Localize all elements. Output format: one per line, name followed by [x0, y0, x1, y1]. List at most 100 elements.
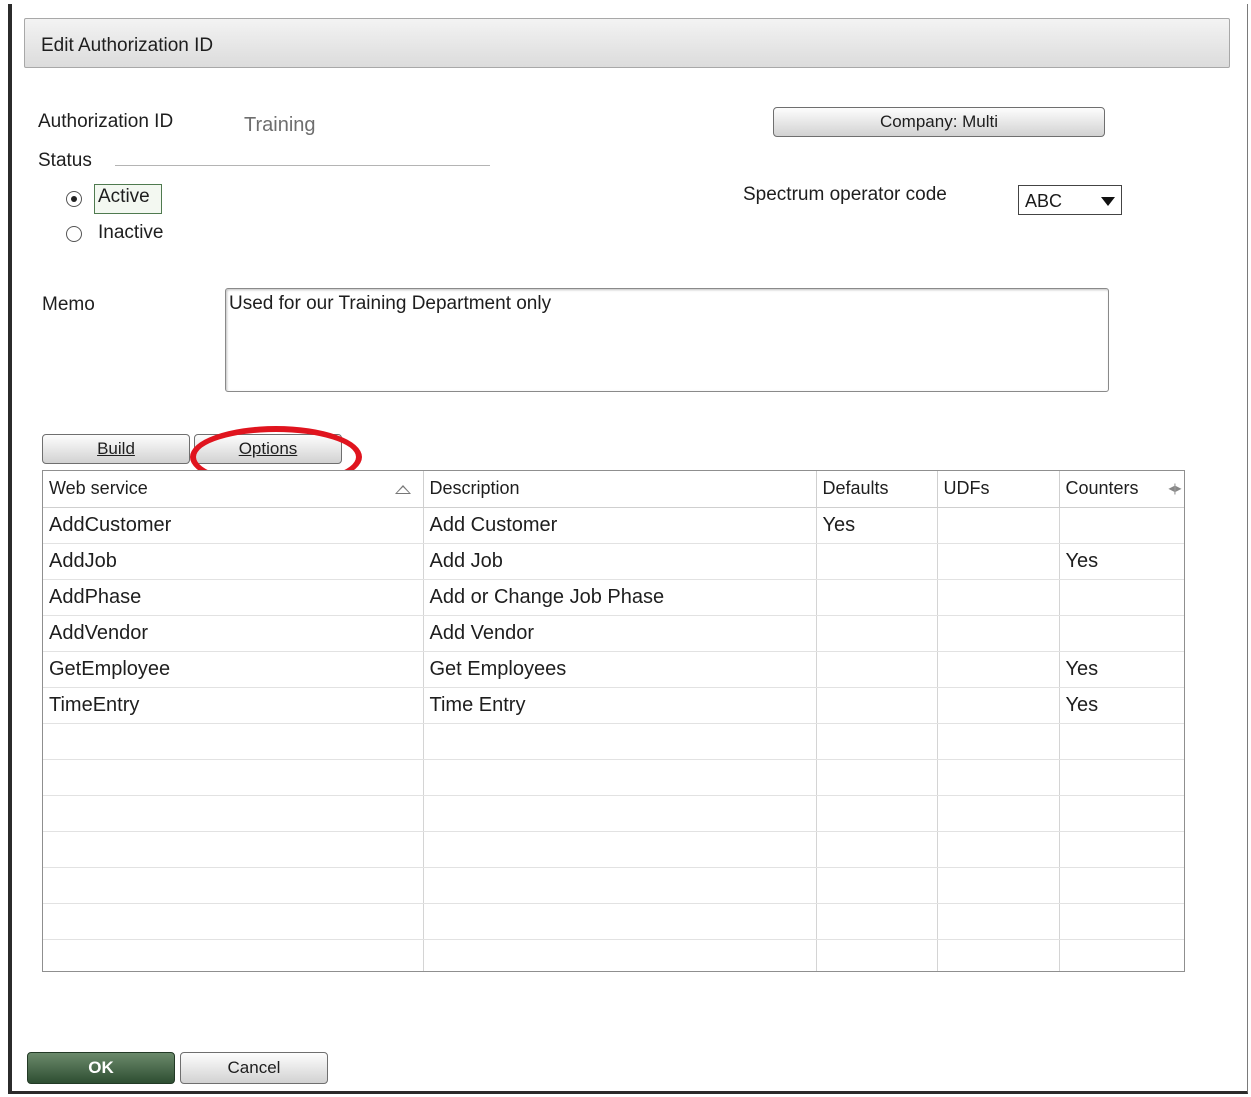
empty-table-row[interactable] — [43, 939, 1184, 971]
table-cell — [816, 759, 938, 796]
chevron-down-icon — [1101, 197, 1115, 206]
ok-button-label: OK — [88, 1058, 114, 1077]
dialog-header: Edit Authorization ID — [24, 18, 1230, 68]
table-cell — [816, 867, 938, 904]
table-row[interactable]: AddJob Add Job Yes — [43, 543, 1184, 580]
table-cell: AddVendor — [43, 615, 424, 652]
column-header-description[interactable]: Description — [423, 471, 817, 508]
table-cell — [43, 867, 424, 904]
radio-selected-dot — [71, 196, 77, 202]
edit-authorization-dialog: Edit Authorization ID Authorization ID T… — [8, 4, 1248, 1094]
ok-button[interactable]: OK — [27, 1052, 175, 1084]
table-cell: Add Job — [423, 543, 817, 580]
column-resize-icon[interactable]: ◂|▸ — [1168, 481, 1181, 495]
web-service-table: Web service Description Defaults UDFs Co… — [43, 471, 1184, 971]
table-cell — [1059, 579, 1184, 616]
table-cell — [937, 723, 1060, 760]
build-tab-label: Build — [97, 439, 135, 458]
web-service-grid: Web service Description Defaults UDFs Co… — [42, 470, 1185, 972]
table-cell — [423, 723, 817, 760]
table-cell — [816, 615, 938, 652]
table-row[interactable]: TimeEntry Time Entry Yes — [43, 687, 1184, 724]
company-button[interactable]: Company: Multi — [773, 107, 1105, 137]
table-row[interactable]: AddCustomer Add Customer Yes — [43, 507, 1184, 544]
table-cell — [423, 903, 817, 940]
table-cell: Yes — [1059, 543, 1184, 580]
table-cell — [816, 795, 938, 832]
table-cell — [937, 687, 1060, 724]
table-cell — [43, 939, 424, 971]
status-inactive-radio[interactable] — [66, 226, 82, 242]
empty-table-row[interactable] — [43, 903, 1184, 940]
table-cell — [937, 651, 1060, 688]
table-cell — [937, 939, 1060, 971]
table-cell: Yes — [1059, 687, 1184, 724]
table-cell — [937, 903, 1060, 940]
table-row[interactable]: AddVendor Add Vendor — [43, 615, 1184, 652]
table-cell — [1059, 831, 1184, 868]
table-cell: Add or Change Job Phase — [423, 579, 817, 616]
options-tab-label: Options — [238, 439, 298, 458]
column-header-udfs[interactable]: UDFs — [937, 471, 1060, 508]
table-cell — [43, 903, 424, 940]
table-cell — [423, 831, 817, 868]
table-cell — [423, 867, 817, 904]
table-row[interactable]: AddPhase Add or Change Job Phase — [43, 579, 1184, 616]
status-label: Status — [38, 150, 92, 171]
sort-ascending-icon[interactable] — [394, 485, 411, 494]
table-cell: AddCustomer — [43, 507, 424, 544]
column-header-defaults[interactable]: Defaults — [816, 471, 938, 508]
empty-table-row[interactable] — [43, 759, 1184, 796]
table-cell: Add Customer — [423, 507, 817, 544]
table-cell — [43, 831, 424, 868]
status-active-radio[interactable] — [66, 191, 82, 207]
operator-code-value: ABC — [1025, 191, 1063, 211]
empty-table-row[interactable] — [43, 831, 1184, 868]
table-cell — [1059, 759, 1184, 796]
column-header-web-service[interactable]: Web service — [43, 471, 424, 508]
options-tab-button[interactable]: Options — [194, 434, 342, 464]
status-inactive-label[interactable]: Inactive — [98, 222, 163, 244]
table-cell — [816, 939, 938, 971]
empty-table-row[interactable] — [43, 867, 1184, 904]
operator-code-label: Spectrum operator code — [743, 184, 947, 205]
table-cell — [423, 759, 817, 796]
table-cell — [937, 831, 1060, 868]
cancel-button-label: Cancel — [227, 1058, 281, 1077]
dialog-title: Edit Authorization ID — [41, 35, 214, 56]
table-cell: Time Entry — [423, 687, 817, 724]
table-cell — [1059, 867, 1184, 904]
status-active-label[interactable]: Active — [98, 186, 150, 208]
operator-code-select[interactable]: ABC — [1018, 185, 1122, 215]
table-cell — [937, 507, 1060, 544]
empty-table-row[interactable] — [43, 795, 1184, 832]
table-cell: Yes — [1059, 651, 1184, 688]
table-row[interactable]: GetEmployee Get Employees Yes — [43, 651, 1184, 688]
table-cell — [1059, 615, 1184, 652]
table-cell — [43, 759, 424, 796]
memo-label: Memo — [42, 294, 95, 315]
grid-body: AddCustomer Add Customer Yes AddJob Add Job Y… — [43, 507, 1184, 971]
build-tab-button[interactable]: Build — [42, 434, 190, 464]
authorization-id-value: Training — [244, 114, 316, 136]
table-cell — [937, 759, 1060, 796]
table-cell: TimeEntry — [43, 687, 424, 724]
table-cell: Yes — [816, 507, 938, 544]
table-cell: Add Vendor — [423, 615, 817, 652]
table-cell — [423, 795, 817, 832]
table-cell — [1059, 903, 1184, 940]
table-cell — [816, 543, 938, 580]
table-cell — [937, 543, 1060, 580]
table-cell — [1059, 723, 1184, 760]
memo-textarea[interactable]: Used for our Training Department only — [225, 288, 1109, 392]
cancel-button[interactable]: Cancel — [180, 1052, 328, 1084]
column-header-counters[interactable]: Counters ◂|▸ — [1059, 471, 1184, 508]
table-cell — [423, 939, 817, 971]
table-cell — [1059, 795, 1184, 832]
authorization-id-label: Authorization ID — [38, 111, 174, 132]
status-divider — [115, 165, 490, 166]
grid-header-row: Web service Description Defaults UDFs Co… — [43, 471, 1184, 508]
empty-table-row[interactable] — [43, 723, 1184, 760]
table-cell — [937, 795, 1060, 832]
table-cell — [816, 651, 938, 688]
